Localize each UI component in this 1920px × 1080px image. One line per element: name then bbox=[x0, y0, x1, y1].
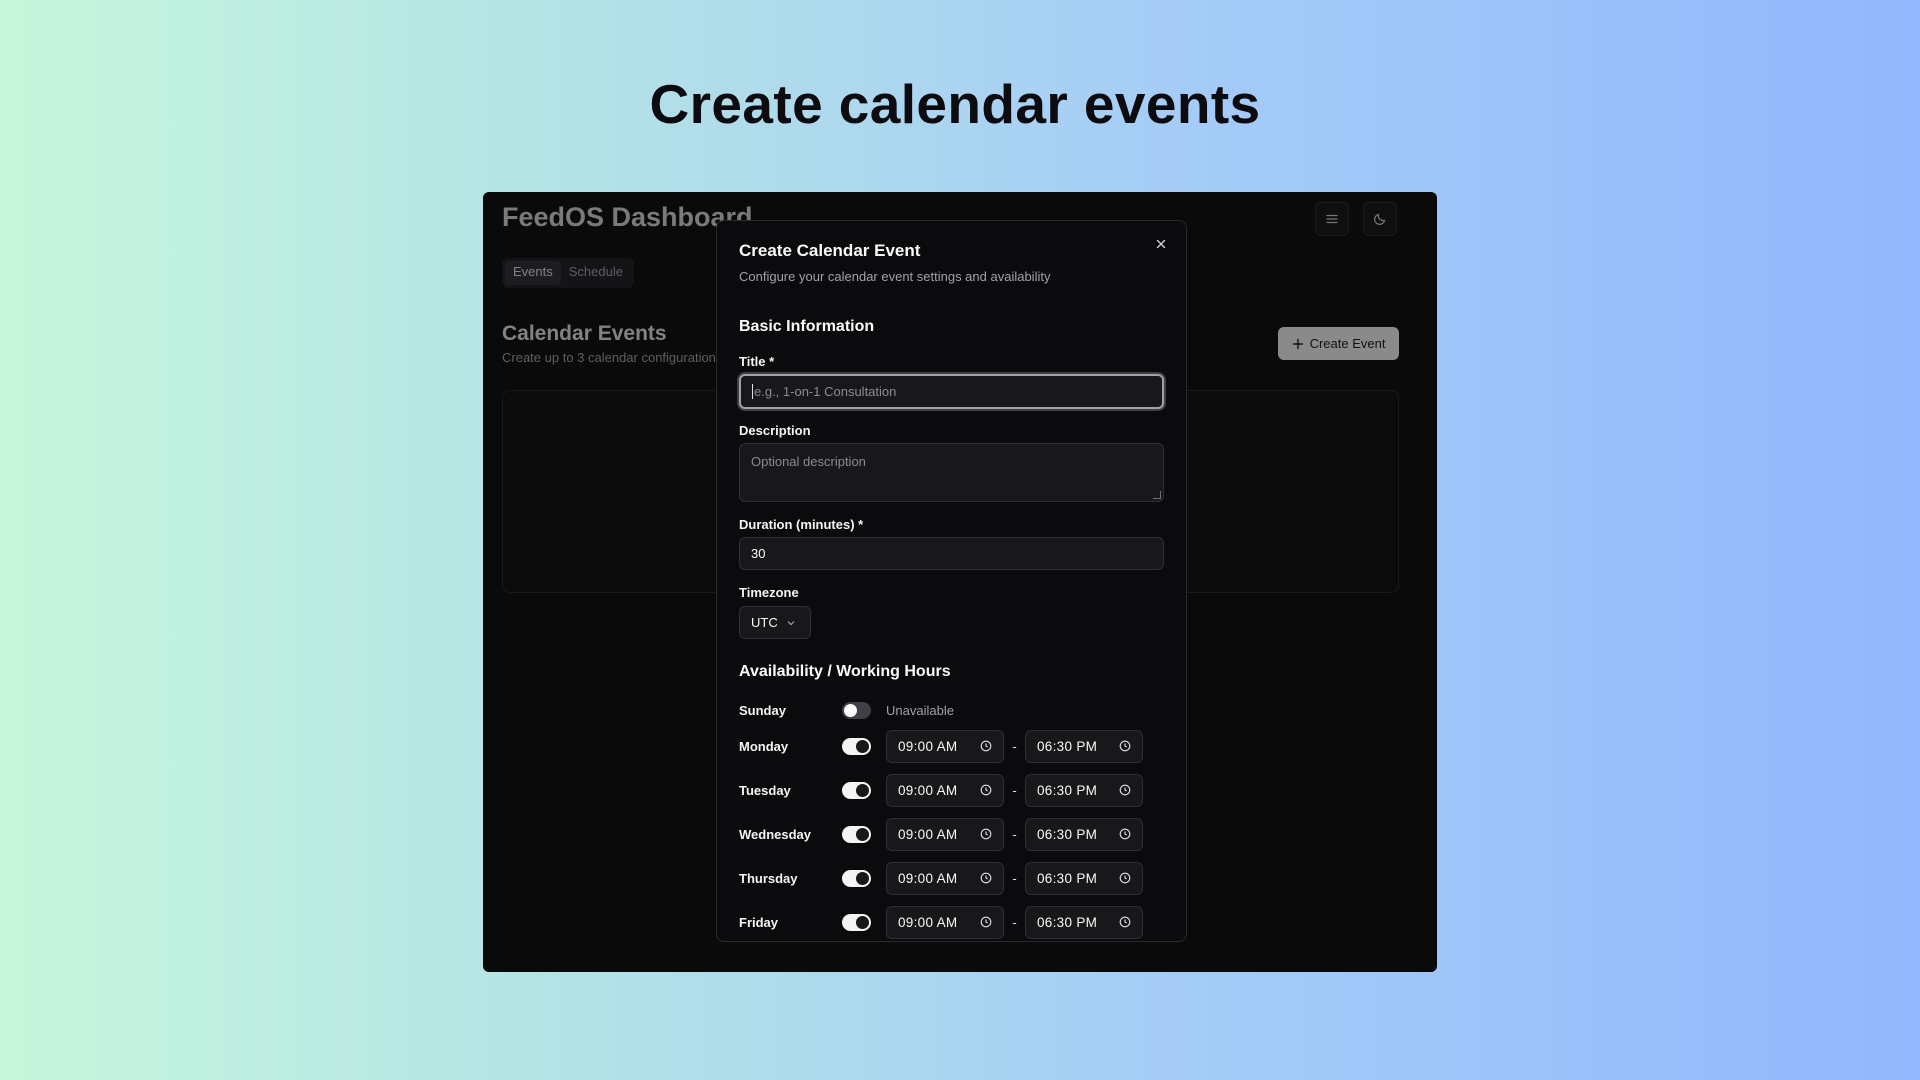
chevron-down-icon bbox=[787, 620, 795, 625]
range-separator: - bbox=[1012, 914, 1017, 930]
start-time: 09:00 AM bbox=[898, 870, 958, 886]
toggle-knob bbox=[856, 739, 869, 753]
end-time-input[interactable]: 06:30 PM bbox=[1025, 861, 1143, 895]
range-separator: - bbox=[1012, 826, 1017, 842]
start-time: 09:00 AM bbox=[898, 826, 958, 842]
end-time: 06:30 PM bbox=[1037, 914, 1098, 930]
dialog-title: Create Calendar Event bbox=[739, 241, 921, 260]
app-title: FeedOS Dashboard bbox=[502, 202, 753, 232]
toggle-knob bbox=[856, 871, 869, 885]
dialog-description: Configure your calendar event settings a… bbox=[739, 269, 1051, 284]
day-label: Thursday bbox=[739, 870, 798, 886]
day-row-wednesday: Wednesday 09:00 AM - 06:30 PM bbox=[739, 817, 1164, 851]
tab-events[interactable]: Events bbox=[505, 261, 561, 285]
duration-value: 30 bbox=[751, 546, 766, 561]
hero-title: Create calendar events bbox=[649, 73, 1261, 135]
description-placeholder: Optional description bbox=[751, 454, 866, 469]
create-event-button[interactable]: Create Event bbox=[1278, 327, 1399, 360]
day-toggle-thursday[interactable] bbox=[842, 869, 871, 887]
clock-icon bbox=[1119, 872, 1131, 884]
day-row-sunday: Sunday Unavailable bbox=[739, 694, 1164, 726]
start-time-input[interactable]: 09:00 AM bbox=[886, 729, 1004, 763]
availability-heading: Availability / Working Hours bbox=[739, 663, 951, 680]
clock-icon bbox=[1119, 828, 1131, 840]
clock-icon bbox=[1119, 740, 1131, 752]
day-row-monday: Monday 09:00 AM - 06:30 PM bbox=[739, 729, 1164, 763]
day-toggle-sunday[interactable] bbox=[842, 701, 871, 719]
clock-icon bbox=[980, 828, 992, 840]
day-row-friday: Friday 09:00 AM - 06:30 PM bbox=[739, 905, 1164, 939]
section-subtitle: Create up to 3 calendar configurations bbox=[502, 350, 723, 365]
theme-toggle-button[interactable] bbox=[1363, 202, 1397, 236]
unavailable-text: Unavailable bbox=[886, 702, 954, 718]
title-input[interactable]: e.g., 1-on-1 Consultation bbox=[739, 374, 1164, 409]
end-time-input[interactable]: 06:30 PM bbox=[1025, 817, 1143, 851]
end-time: 06:30 PM bbox=[1037, 826, 1098, 842]
tabs: Events Schedule bbox=[502, 258, 634, 288]
timezone-value: UTC bbox=[751, 615, 778, 630]
day-row-thursday: Thursday 09:00 AM - 06:30 PM bbox=[739, 861, 1164, 895]
description-textarea[interactable]: Optional description bbox=[739, 443, 1164, 502]
timezone-label: Timezone bbox=[739, 585, 799, 600]
end-time: 06:30 PM bbox=[1037, 870, 1098, 886]
tab-schedule[interactable]: Schedule bbox=[561, 261, 631, 285]
clock-icon bbox=[980, 784, 992, 796]
start-time-input[interactable]: 09:00 AM bbox=[886, 817, 1004, 851]
day-label: Wednesday bbox=[739, 826, 812, 842]
moon-icon bbox=[1374, 213, 1386, 225]
start-time-input[interactable]: 09:00 AM bbox=[886, 773, 1004, 807]
day-row-tuesday: Tuesday 09:00 AM - 06:30 PM bbox=[739, 773, 1164, 807]
title-label: Title * bbox=[739, 354, 775, 369]
duration-label: Duration (minutes) * bbox=[739, 517, 864, 532]
day-toggle-friday[interactable] bbox=[842, 913, 871, 931]
start-time: 09:00 AM bbox=[898, 782, 958, 798]
day-toggle-tuesday[interactable] bbox=[842, 781, 871, 799]
clock-icon bbox=[980, 740, 992, 752]
description-label: Description bbox=[739, 423, 811, 438]
create-event-label: Create Event bbox=[1309, 336, 1386, 351]
menu-icon bbox=[1326, 214, 1338, 224]
close-button[interactable] bbox=[1150, 233, 1172, 255]
start-time: 09:00 AM bbox=[898, 738, 958, 754]
day-label: Monday bbox=[739, 738, 789, 754]
range-separator: - bbox=[1012, 738, 1017, 754]
range-separator: - bbox=[1012, 782, 1017, 798]
start-time: 09:00 AM bbox=[898, 914, 958, 930]
plus-icon bbox=[1292, 338, 1303, 349]
create-event-dialog: Create Calendar Event Configure your cal… bbox=[716, 220, 1187, 942]
day-toggle-wednesday[interactable] bbox=[842, 825, 871, 843]
range-separator: - bbox=[1012, 870, 1017, 886]
toggle-knob bbox=[856, 827, 869, 841]
start-time-input[interactable]: 09:00 AM bbox=[886, 861, 1004, 895]
section-title: Calendar Events bbox=[502, 322, 667, 345]
toggle-knob bbox=[856, 915, 869, 929]
toggle-knob bbox=[844, 703, 857, 717]
start-time-input[interactable]: 09:00 AM bbox=[886, 905, 1004, 939]
day-toggle-monday[interactable] bbox=[842, 737, 871, 755]
end-time: 06:30 PM bbox=[1037, 738, 1098, 754]
resize-handle[interactable] bbox=[1153, 491, 1161, 499]
end-time: 06:30 PM bbox=[1037, 782, 1098, 798]
day-label: Friday bbox=[739, 914, 779, 930]
title-placeholder: e.g., 1-on-1 Consultation bbox=[754, 384, 897, 399]
toggle-knob bbox=[856, 783, 869, 797]
clock-icon bbox=[1119, 784, 1131, 796]
clock-icon bbox=[1119, 916, 1131, 928]
day-label: Sunday bbox=[739, 702, 786, 718]
end-time-input[interactable]: 06:30 PM bbox=[1025, 773, 1143, 807]
close-icon bbox=[1156, 239, 1166, 249]
end-time-input[interactable]: 06:30 PM bbox=[1025, 729, 1143, 763]
duration-input[interactable]: 30 bbox=[739, 537, 1164, 570]
menu-button[interactable] bbox=[1315, 202, 1349, 236]
clock-icon bbox=[980, 916, 992, 928]
text-caret bbox=[752, 384, 753, 399]
clock-icon bbox=[980, 872, 992, 884]
basic-info-heading: Basic Information bbox=[739, 318, 875, 335]
day-label: Tuesday bbox=[739, 782, 791, 798]
end-time-input[interactable]: 06:30 PM bbox=[1025, 905, 1143, 939]
timezone-select[interactable]: UTC bbox=[739, 606, 811, 639]
